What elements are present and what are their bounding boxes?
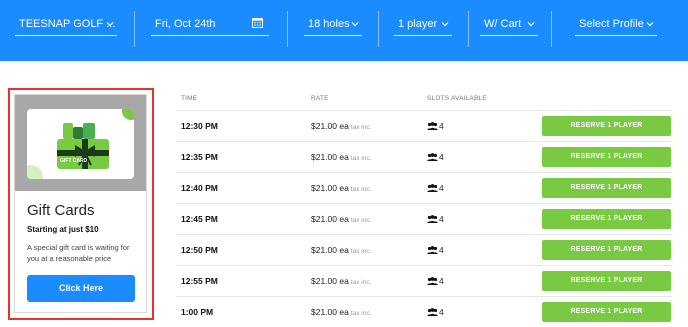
tax-note: tax inc. bbox=[350, 217, 372, 224]
separator bbox=[551, 11, 552, 47]
tee-time: 12:40 PM bbox=[181, 183, 218, 193]
click-here-button[interactable]: Click Here bbox=[27, 275, 135, 302]
slots-count: 4 bbox=[439, 121, 444, 131]
rate-value: $21.00 ea bbox=[311, 276, 349, 286]
reserve-button[interactable]: RESERVE 1 PLAYER bbox=[542, 302, 671, 322]
rate: $21.00 ea tax inc. bbox=[311, 121, 371, 131]
slots-count: 4 bbox=[439, 183, 444, 193]
gift-card-image-label: GIFT CARD bbox=[60, 158, 88, 164]
date-picker[interactable]: Fri, Oct 24th bbox=[151, 14, 269, 36]
header-time: TIME bbox=[181, 95, 198, 102]
users-icon bbox=[427, 153, 438, 161]
chevron-down-icon bbox=[441, 22, 449, 27]
separator bbox=[134, 11, 135, 47]
rate-value: $21.00 ea bbox=[311, 214, 349, 224]
tee-time: 12:55 PM bbox=[181, 276, 218, 286]
reserve-button[interactable]: RESERVE 1 PLAYER bbox=[542, 209, 671, 229]
rate: $21.00 ea tax inc. bbox=[311, 152, 371, 162]
profile-label: Select Profile bbox=[579, 18, 644, 30]
reserve-button[interactable]: RESERVE 1 PLAYER bbox=[542, 147, 671, 167]
promo-description: A special gift card is waiting for you a… bbox=[27, 243, 130, 263]
rate-value: $21.00 ea bbox=[311, 245, 349, 255]
slots: 4 bbox=[427, 276, 444, 286]
cart-select[interactable]: W/ Cart bbox=[480, 14, 538, 36]
players-label: 1 player bbox=[398, 18, 438, 30]
tax-note: tax inc. bbox=[350, 310, 372, 317]
header-slots: SLOTS AVAILABLE bbox=[427, 95, 487, 102]
users-icon bbox=[427, 246, 438, 254]
users-icon bbox=[427, 308, 438, 316]
holes-label: 18 holes bbox=[308, 18, 350, 30]
tee-time-row: 12:55 PM $21.00 ea tax inc. 4 RESERVE 1 P… bbox=[176, 265, 672, 296]
tee-time: 12:35 PM bbox=[181, 152, 218, 162]
tee-time: 12:30 PM bbox=[181, 121, 218, 131]
tax-note: tax inc. bbox=[350, 279, 372, 286]
profile-select[interactable]: Select Profile bbox=[575, 14, 657, 36]
calendar-icon bbox=[252, 18, 263, 28]
chevron-down-icon bbox=[646, 22, 654, 27]
rate: $21.00 ea tax inc. bbox=[311, 183, 371, 193]
slots-count: 4 bbox=[439, 307, 444, 317]
tee-time: 1:00 PM bbox=[181, 307, 214, 317]
users-icon bbox=[427, 122, 438, 130]
course-select-label: TEESNAP GOLF ... bbox=[19, 18, 116, 30]
separator bbox=[378, 11, 379, 47]
tax-note: tax inc. bbox=[350, 248, 372, 255]
course-select[interactable]: TEESNAP GOLF ... bbox=[15, 14, 117, 36]
tee-time-row: 12:35 PM $21.00 ea tax inc. 4 RESERVE 1 P… bbox=[176, 141, 672, 172]
reserve-button[interactable]: RESERVE 1 PLAYER bbox=[542, 240, 671, 260]
tee-time-row: 1:00 PM $21.00 ea tax inc. 4 RESERVE 1 PL… bbox=[176, 296, 672, 327]
slots: 4 bbox=[427, 152, 444, 162]
promo-title: Gift Cards bbox=[27, 202, 95, 219]
promo-image-background: GIFT CARD bbox=[15, 95, 146, 191]
slots-count: 4 bbox=[439, 276, 444, 286]
rate: $21.00 ea tax inc. bbox=[311, 307, 371, 317]
rate-value: $21.00 ea bbox=[311, 121, 349, 131]
users-icon bbox=[427, 184, 438, 192]
tee-time-row: 12:30 PM $21.00 ea tax inc. 4 RESERVE 1 P… bbox=[176, 110, 672, 141]
users-icon bbox=[427, 277, 438, 285]
tax-note: tax inc. bbox=[350, 124, 372, 131]
rate: $21.00 ea tax inc. bbox=[311, 245, 371, 255]
rate-value: $21.00 ea bbox=[311, 307, 349, 317]
rate: $21.00 ea tax inc. bbox=[311, 214, 371, 224]
rate: $21.00 ea tax inc. bbox=[311, 276, 371, 286]
gift-card-image: GIFT CARD bbox=[27, 109, 134, 179]
players-select[interactable]: 1 player bbox=[394, 14, 452, 36]
tax-note: tax inc. bbox=[350, 186, 372, 193]
slots: 4 bbox=[427, 121, 444, 131]
gift-card-promo: GIFT CARD Gift Cards Starting at just $1… bbox=[14, 94, 147, 313]
rate-value: $21.00 ea bbox=[311, 183, 349, 193]
rate-value: $21.00 ea bbox=[311, 152, 349, 162]
users-icon bbox=[427, 215, 438, 223]
filter-bar: TEESNAP GOLF ... Fri, Oct 24th 18 holes … bbox=[0, 0, 688, 61]
gift-card-illustration bbox=[27, 109, 134, 179]
date-label: Fri, Oct 24th bbox=[155, 18, 216, 30]
slots: 4 bbox=[427, 183, 444, 193]
slots: 4 bbox=[427, 307, 444, 317]
tee-time-row: 12:45 PM $21.00 ea tax inc. 4 RESERVE 1 P… bbox=[176, 203, 672, 234]
slots-count: 4 bbox=[439, 152, 444, 162]
separator bbox=[468, 11, 469, 47]
tax-note: tax inc. bbox=[350, 155, 372, 162]
separator bbox=[287, 11, 288, 47]
slots: 4 bbox=[427, 245, 444, 255]
tee-time-row: 12:50 PM $21.00 ea tax inc. 4 RESERVE 1 P… bbox=[176, 234, 672, 265]
tee-time: 12:45 PM bbox=[181, 214, 218, 224]
tee-time: 12:50 PM bbox=[181, 245, 218, 255]
chevron-down-icon bbox=[351, 22, 359, 27]
reserve-button[interactable]: RESERVE 1 PLAYER bbox=[542, 271, 671, 291]
cart-label: W/ Cart bbox=[484, 18, 522, 30]
promo-subtitle: Starting at just $10 bbox=[27, 225, 99, 234]
header-rate: RATE bbox=[311, 95, 329, 102]
chevron-down-icon bbox=[527, 22, 535, 27]
reserve-button[interactable]: RESERVE 1 PLAYER bbox=[542, 116, 671, 136]
reserve-button[interactable]: RESERVE 1 PLAYER bbox=[542, 178, 671, 198]
slots-count: 4 bbox=[439, 214, 444, 224]
slots-count: 4 bbox=[439, 245, 444, 255]
slots: 4 bbox=[427, 214, 444, 224]
holes-select[interactable]: 18 holes bbox=[304, 14, 362, 36]
chevron-down-icon bbox=[106, 22, 114, 27]
tee-time-row: 12:40 PM $21.00 ea tax inc. 4 RESERVE 1 P… bbox=[176, 172, 672, 203]
